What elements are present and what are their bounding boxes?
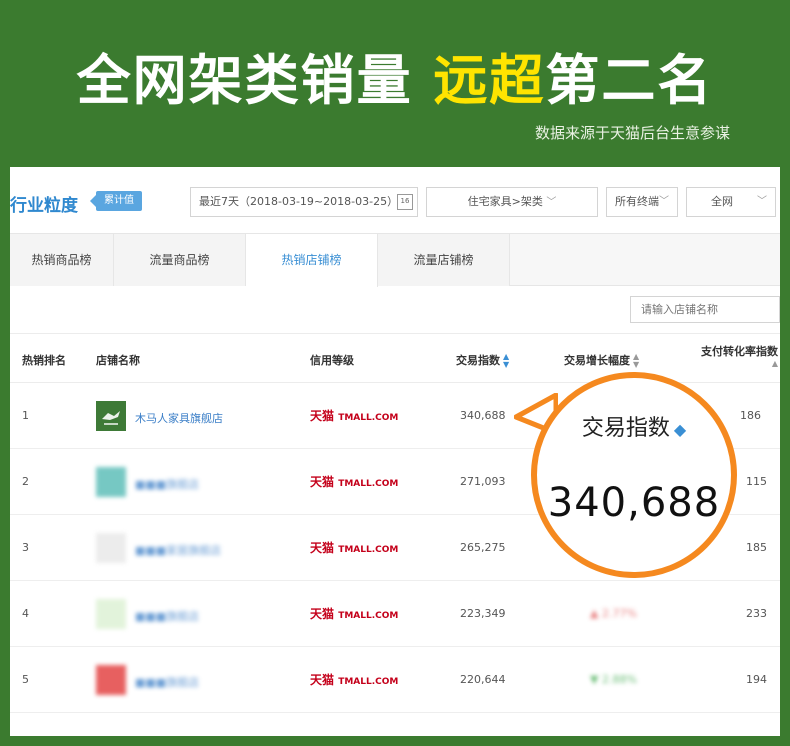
chevron-down-icon: ﹀	[546, 197, 557, 208]
store-logo	[96, 665, 126, 695]
headline-highlight: 远超	[433, 49, 546, 112]
growth-cell: ▲ 2.77%	[590, 607, 637, 620]
tmall-logo: 天猫 TMALL.COM	[310, 607, 399, 621]
rank-cell: 2	[22, 475, 29, 488]
tmall-logo: 天猫 TMALL.COM	[310, 541, 399, 555]
col-trade-index[interactable]: 交易指数 ▲ ▼	[456, 352, 509, 369]
tab-traffic-stores[interactable]: 流量店铺榜	[378, 234, 510, 286]
tmall-logo: 天猫 TMALL.COM	[310, 475, 399, 489]
sort-icon[interactable]: ▲ ▼	[503, 353, 509, 369]
conversion-cell: 194	[746, 673, 767, 686]
trade-index-cell: 223,349	[460, 607, 506, 620]
trade-index-cell: 340,688	[460, 409, 506, 422]
category-select-value: 住宅家具>架类	[467, 195, 543, 208]
store-name-link[interactable]: ■■■旗舰店	[135, 674, 199, 690]
table-row[interactable]: 4 ■■■旗舰店 天猫 TMALL.COM 223,349 ▲ 2.77% 23…	[10, 581, 780, 647]
store-search-input[interactable]	[630, 296, 780, 323]
conversion-cell: 115	[746, 475, 767, 488]
tmall-logo: 天猫 TMALL.COM	[310, 409, 399, 423]
sort-icon: ◆	[673, 420, 687, 439]
sort-icon[interactable]: ▲	[772, 360, 778, 368]
cumulative-badge: 累计值	[90, 191, 142, 211]
conversion-cell: 185	[746, 541, 767, 554]
chevron-down-icon: ﹀	[757, 196, 767, 207]
trade-index-cell: 265,275	[460, 541, 506, 554]
date-range-text: 最近7天（2018-03-19~2018-03-25）	[199, 195, 399, 208]
conversion-cell: 233	[746, 607, 767, 620]
industry-label: 行业粒度	[10, 196, 78, 216]
store-logo	[96, 599, 126, 629]
tab-hot-stores[interactable]: 热销店铺榜	[246, 234, 378, 287]
category-select[interactable]: 住宅家具>架类 ﹀	[426, 187, 598, 217]
terminal-select[interactable]: 所有终端 ﹀	[606, 187, 678, 217]
store-logo	[96, 467, 126, 497]
rank-cell: 1	[22, 409, 29, 422]
store-logo	[96, 533, 126, 563]
tmall-logo: 天猫 TMALL.COM	[310, 673, 399, 687]
col-growth[interactable]: 交易增长幅度 ▲ ▼	[564, 352, 639, 369]
trade-index-callout: 交易指数 ◆ 340,688	[531, 372, 737, 578]
sort-icon[interactable]: ▲ ▼	[633, 353, 639, 369]
headline-part1: 全网架类销量	[76, 49, 413, 112]
store-name-link[interactable]: ■■■家居旗舰店	[135, 542, 221, 558]
trade-index-cell: 271,093	[460, 475, 506, 488]
callout-label: 交易指数 ◆	[581, 416, 687, 441]
data-source-note: 数据来源于天猫后台生意参谋	[534, 124, 730, 142]
table-header: 热销排名 店铺名称 信用等级 交易指数 ▲ ▼ 交易增长幅度 ▲ ▼ 支付转化率指数▲	[10, 333, 780, 383]
rank-cell: 5	[22, 673, 29, 686]
rank-cell: 3	[22, 541, 29, 554]
headline: 全网架类销量 远超第二名	[0, 36, 790, 115]
tab-hot-products[interactable]: 热销商品榜	[10, 234, 114, 286]
col-rank: 热销排名	[22, 354, 66, 367]
callout-value: 340,688	[547, 480, 721, 526]
growth-cell: ▼ 2.88%	[590, 673, 637, 686]
ranking-tabs: 热销商品榜 流量商品榜 热销店铺榜 流量店铺榜	[10, 233, 780, 287]
tab-traffic-products[interactable]: 流量商品榜	[114, 234, 246, 286]
store-name-link[interactable]: 木马人家具旗舰店	[135, 410, 223, 426]
calendar-icon[interactable]: 16	[397, 194, 413, 210]
trade-index-cell: 220,644	[460, 673, 506, 686]
rank-cell: 4	[22, 607, 29, 620]
promo-banner: 全网架类销量 远超第二名 数据来源于天猫后台生意参谋	[0, 0, 790, 165]
date-range-picker[interactable]: 最近7天（2018-03-19~2018-03-25） 16	[190, 187, 418, 217]
terminal-select-value: 所有终端	[615, 195, 659, 208]
headline-part3: 第二名	[545, 49, 714, 112]
chevron-down-icon: ﹀	[659, 196, 669, 207]
scope-select[interactable]: 全网 ﹀	[686, 187, 776, 217]
scope-select-value: 全网	[711, 195, 733, 208]
table-row[interactable]: 5 ■■■旗舰店 天猫 TMALL.COM 220,644 ▼ 2.88% 19…	[10, 647, 780, 713]
col-store: 店铺名称	[96, 354, 140, 367]
col-conversion[interactable]: 支付转化率指数▲	[696, 346, 778, 370]
filter-bar: 行业粒度 累计值 最近7天（2018-03-19~2018-03-25） 16 …	[10, 167, 780, 233]
col-credit: 信用等级	[310, 354, 354, 367]
conversion-cell: 186	[740, 409, 761, 422]
store-name-link[interactable]: ■■■旗舰店	[135, 608, 199, 624]
store-name-link[interactable]: ■■■旗舰店	[135, 476, 199, 492]
store-logo	[96, 401, 126, 431]
